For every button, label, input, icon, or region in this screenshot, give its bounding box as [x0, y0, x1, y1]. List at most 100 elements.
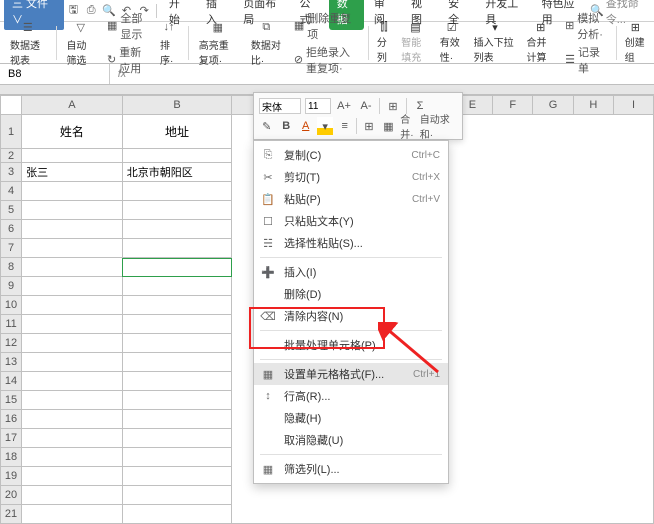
- row-header[interactable]: 2: [1, 149, 22, 163]
- row-header[interactable]: 8: [1, 258, 22, 277]
- row-header[interactable]: 9: [1, 277, 22, 296]
- merge-button[interactable]: 合并·: [400, 117, 415, 135]
- cell[interactable]: 北京市朝阳区: [122, 163, 232, 182]
- ctx-batch[interactable]: 批量处理单元格(P): [254, 334, 448, 356]
- cell[interactable]: [22, 353, 123, 372]
- ctx-insert[interactable]: ➕插入(I): [254, 261, 448, 283]
- cell[interactable]: [22, 258, 123, 277]
- row-header[interactable]: 15: [1, 391, 22, 410]
- format-painter-icon[interactable]: ✎: [259, 117, 274, 135]
- borders2-icon[interactable]: ⊞: [361, 117, 376, 135]
- increase-font-icon[interactable]: A+: [335, 97, 353, 115]
- cell[interactable]: [122, 334, 232, 353]
- format-icon[interactable]: ▦: [381, 117, 396, 135]
- ctx-delete[interactable]: 删除(D): [254, 283, 448, 305]
- cell[interactable]: [122, 149, 232, 163]
- text-to-columns-button[interactable]: ⫿⫿ 分列: [373, 21, 395, 64]
- consolidate-button[interactable]: ⊞ 合并计算: [523, 21, 560, 64]
- cell[interactable]: [22, 429, 123, 448]
- data-compare-button[interactable]: ⧉ 数据对比·: [245, 18, 288, 67]
- cell[interactable]: [22, 391, 123, 410]
- cell[interactable]: [22, 486, 123, 505]
- reject-dup-button[interactable]: ⊘拒绝录入重复项·: [294, 44, 360, 76]
- cell[interactable]: [22, 220, 123, 239]
- cell[interactable]: [22, 467, 123, 486]
- ctx-paste[interactable]: 📋粘贴(P)Ctrl+V: [254, 188, 448, 210]
- cell[interactable]: [122, 505, 232, 524]
- autosum-button[interactable]: 自动求和·: [420, 117, 457, 135]
- cell[interactable]: [122, 239, 232, 258]
- sort-button[interactable]: ↓↑ 排序·: [154, 18, 184, 67]
- ctx-format-cells[interactable]: ▦设置单元格格式(F)...Ctrl+1: [254, 363, 448, 385]
- row-header[interactable]: 16: [1, 410, 22, 429]
- row-header[interactable]: 17: [1, 429, 22, 448]
- cell[interactable]: [22, 296, 123, 315]
- row-header[interactable]: 11: [1, 315, 22, 334]
- ctx-paste-text[interactable]: ☐只粘贴文本(Y): [254, 210, 448, 232]
- bold-icon[interactable]: B: [278, 117, 293, 135]
- cell-b8[interactable]: [122, 258, 232, 277]
- cell[interactable]: [122, 277, 232, 296]
- cell[interactable]: [122, 296, 232, 315]
- font-size-input[interactable]: [305, 98, 331, 114]
- print-icon[interactable]: ⎙: [83, 2, 99, 20]
- cell[interactable]: 姓名: [22, 115, 123, 149]
- row-header[interactable]: 6: [1, 220, 22, 239]
- cell[interactable]: [22, 277, 123, 296]
- ctx-clear[interactable]: ⌫清除内容(N): [254, 305, 448, 327]
- cell[interactable]: [122, 429, 232, 448]
- row-header[interactable]: 5: [1, 201, 22, 220]
- remove-dup-button[interactable]: ▦删除重复项: [294, 10, 360, 42]
- show-all-button[interactable]: ▦全部显示: [107, 10, 148, 42]
- col-header[interactable]: I: [614, 96, 654, 115]
- cell[interactable]: [22, 505, 123, 524]
- row-header[interactable]: 19: [1, 467, 22, 486]
- row-header[interactable]: 18: [1, 448, 22, 467]
- font-family-input[interactable]: [259, 98, 301, 114]
- cell[interactable]: [122, 486, 232, 505]
- name-box[interactable]: B8: [0, 64, 110, 84]
- ctx-hide[interactable]: 隐藏(H): [254, 407, 448, 429]
- row-header[interactable]: 20: [1, 486, 22, 505]
- cell[interactable]: [22, 448, 123, 467]
- ctx-cut[interactable]: ✂剪切(T)Ctrl+X: [254, 166, 448, 188]
- cell[interactable]: [122, 220, 232, 239]
- cell[interactable]: [122, 448, 232, 467]
- row-header[interactable]: 4: [1, 182, 22, 201]
- cell[interactable]: [122, 315, 232, 334]
- cell[interactable]: [122, 391, 232, 410]
- insert-dropdown-button[interactable]: ▾ 插入下拉列表: [470, 21, 521, 64]
- decrease-font-icon[interactable]: A-: [357, 97, 375, 115]
- cell[interactable]: [22, 239, 123, 258]
- ctx-unhide[interactable]: 取消隐藏(U): [254, 429, 448, 451]
- save-icon[interactable]: 🖫: [66, 2, 82, 20]
- create-group-button[interactable]: ⊞ 创建组: [621, 21, 650, 64]
- autofilter-button[interactable]: ▽ 自动筛选: [60, 18, 101, 67]
- cell[interactable]: 地址: [122, 115, 232, 149]
- row-header[interactable]: 1: [1, 115, 22, 149]
- fx-icon[interactable]: fx: [110, 68, 134, 80]
- cell[interactable]: [22, 182, 123, 201]
- col-header[interactable]: B: [122, 96, 232, 115]
- simulate-button[interactable]: ⊞模拟分析·: [565, 10, 608, 42]
- ctx-paste-special[interactable]: ☵选择性粘贴(S)...: [254, 232, 448, 254]
- row-header[interactable]: 7: [1, 239, 22, 258]
- select-all-corner[interactable]: [1, 96, 22, 115]
- ctx-row-height[interactable]: ↕行高(R)...: [254, 385, 448, 407]
- ctx-filter-row[interactable]: ▦筛选列(L)...: [254, 458, 448, 480]
- record-form-button[interactable]: ☰记录单: [565, 44, 608, 76]
- smart-fill-button[interactable]: ▤ 智能填充: [397, 21, 434, 64]
- row-header[interactable]: 21: [1, 505, 22, 524]
- cell[interactable]: [22, 315, 123, 334]
- cell[interactable]: [22, 410, 123, 429]
- cell[interactable]: [122, 372, 232, 391]
- row-header[interactable]: 14: [1, 372, 22, 391]
- highlight-dup-button[interactable]: ▦ 高亮重复项·: [193, 18, 243, 67]
- col-header[interactable]: H: [573, 96, 613, 115]
- align-center-icon[interactable]: ≡: [337, 117, 352, 135]
- font-color-icon[interactable]: A: [298, 117, 313, 135]
- cell[interactable]: 张三: [22, 163, 123, 182]
- cell[interactable]: [122, 410, 232, 429]
- row-header[interactable]: 12: [1, 334, 22, 353]
- row-header[interactable]: 3: [1, 163, 22, 182]
